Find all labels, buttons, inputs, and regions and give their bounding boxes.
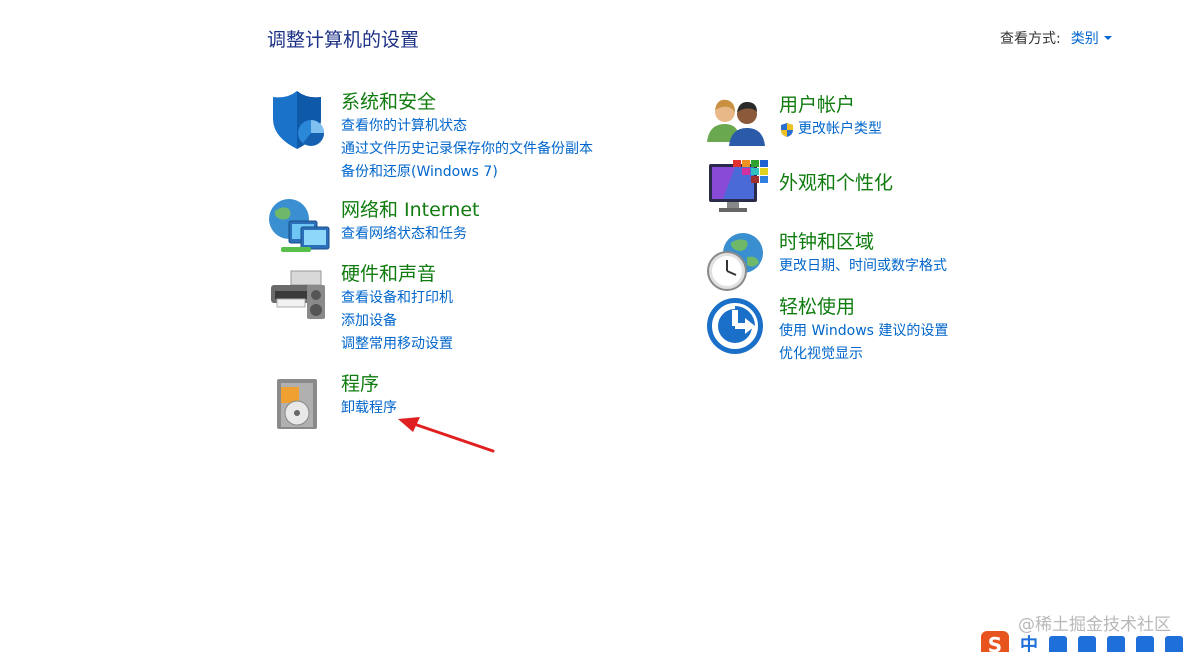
category-clock-region: 时钟和区域 更改日期、时间或数字格式: [705, 229, 947, 293]
keyboard-icon[interactable]: [1107, 636, 1125, 652]
category-network-internet: 网络和 Internet 查看网络状态和任务: [267, 197, 479, 261]
ease-of-access-icon[interactable]: [705, 294, 769, 358]
link-view-computer-status[interactable]: 查看你的计算机状态: [341, 115, 593, 138]
category-hardware-sound: 硬件和声音 查看设备和打印机 添加设备 调整常用移动设置: [267, 261, 453, 356]
chevron-down-icon[interactable]: [1103, 36, 1112, 40]
skin-icon[interactable]: [1136, 636, 1154, 652]
link-add-device[interactable]: 添加设备: [341, 310, 453, 333]
link-recommended-settings[interactable]: 使用 Windows 建议的设置: [779, 320, 948, 343]
category-title-user-accounts[interactable]: 用户帐户: [779, 92, 882, 118]
shield-icon[interactable]: [267, 89, 331, 153]
view-by-label: 查看方式:: [1000, 31, 1061, 47]
network-icon[interactable]: [267, 197, 331, 261]
link-optimize-visual-display[interactable]: 优化视觉显示: [779, 343, 948, 366]
annotation-arrow: [398, 417, 495, 453]
punctuation-icon[interactable]: [1049, 636, 1067, 652]
link-mobility-settings[interactable]: 调整常用移动设置: [341, 333, 453, 356]
appearance-icon[interactable]: [705, 158, 769, 222]
category-title-network-internet[interactable]: 网络和 Internet: [341, 197, 479, 223]
view-by: 查看方式: 类别: [1000, 28, 1112, 48]
sogou-logo-icon[interactable]: S: [981, 631, 1009, 652]
link-date-time-format[interactable]: 更改日期、时间或数字格式: [779, 255, 947, 278]
link-file-history[interactable]: 通过文件历史记录保存你的文件备份副本: [341, 138, 593, 161]
category-title-programs[interactable]: 程序: [341, 371, 397, 397]
category-title-clock-region[interactable]: 时钟和区域: [779, 229, 947, 255]
ime-mode[interactable]: 中: [1020, 631, 1038, 652]
users-icon[interactable]: [705, 92, 769, 156]
microphone-icon[interactable]: [1078, 636, 1096, 652]
uac-shield-icon: [781, 122, 793, 137]
printer-icon[interactable]: [267, 261, 331, 325]
category-user-accounts: 用户帐户 更改帐户类型: [705, 92, 882, 156]
toolbox-icon[interactable]: [1165, 636, 1183, 652]
programs-icon[interactable]: [267, 371, 331, 435]
link-backup-restore[interactable]: 备份和还原(Windows 7): [341, 161, 593, 184]
view-by-dropdown[interactable]: 类别: [1071, 28, 1112, 48]
page-title: 调整计算机的设置: [267, 29, 420, 51]
category-title-ease-of-access[interactable]: 轻松使用: [779, 294, 948, 320]
category-title-system-security[interactable]: 系统和安全: [341, 89, 593, 115]
link-change-account-type-label[interactable]: 更改帐户类型: [798, 118, 882, 141]
category-system-security: 系统和安全 查看你的计算机状态 通过文件历史记录保存你的文件备份副本 备份和还原…: [267, 89, 593, 184]
view-by-value[interactable]: 类别: [1071, 28, 1099, 48]
category-programs: 程序 卸载程序: [267, 371, 397, 435]
category-ease-of-access: 轻松使用 使用 Windows 建议的设置 优化视觉显示: [705, 294, 948, 366]
category-appearance: 外观和个性化: [705, 158, 893, 222]
category-title-appearance[interactable]: 外观和个性化: [779, 170, 893, 196]
link-network-status[interactable]: 查看网络状态和任务: [341, 223, 479, 246]
link-change-account-type[interactable]: 更改帐户类型: [779, 118, 882, 141]
clock-globe-icon[interactable]: [705, 229, 769, 293]
category-title-hardware-sound[interactable]: 硬件和声音: [341, 261, 453, 287]
link-uninstall-program[interactable]: 卸载程序: [341, 397, 397, 420]
link-devices-printers[interactable]: 查看设备和打印机: [341, 287, 453, 310]
ime-toolbar[interactable]: S 中: [975, 628, 1197, 652]
